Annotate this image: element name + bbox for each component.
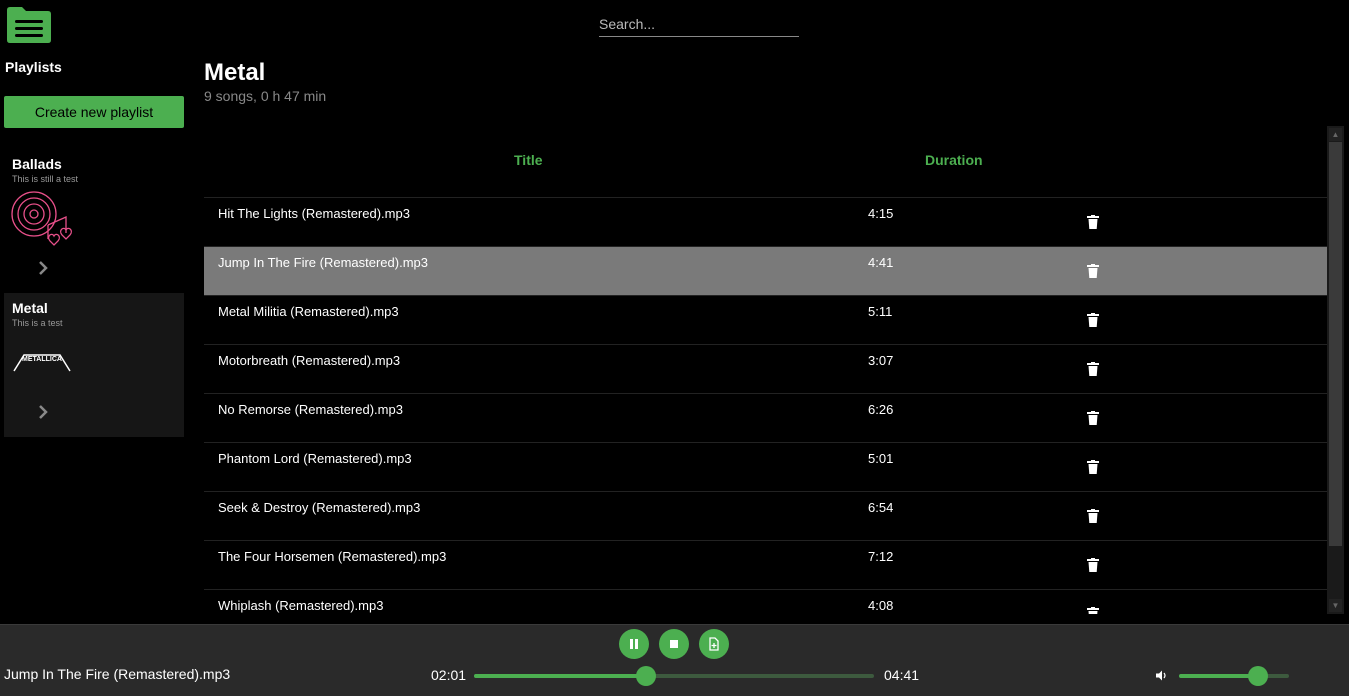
- scroll-down-icon[interactable]: ▼: [1329, 599, 1342, 612]
- song-duration: 4:41: [868, 255, 894, 270]
- chevron-right-icon[interactable]: [35, 404, 51, 420]
- current-time: 02:01: [431, 667, 467, 683]
- sidebar-title: Playlists: [5, 59, 62, 75]
- chevron-right-icon[interactable]: [35, 260, 51, 276]
- song-duration: 6:26: [868, 402, 894, 417]
- column-header-duration[interactable]: Duration: [925, 152, 983, 168]
- song-title: Phantom Lord (Remastered).mp3: [218, 451, 412, 466]
- song-title: Whiplash (Remastered).mp3: [218, 598, 384, 613]
- table-row[interactable]: Motorbreath (Remastered).mp3 3:07: [204, 345, 1327, 394]
- trash-icon[interactable]: [1087, 411, 1099, 425]
- song-title: The Four Horsemen (Remastered).mp3: [218, 549, 447, 564]
- playlist-info: 9 songs, 0 h 47 min: [204, 88, 327, 104]
- volume-level: [1179, 674, 1259, 678]
- playlist-name: Ballads: [12, 156, 62, 172]
- logo-lettering: METALLICA: [22, 356, 62, 363]
- volume-icon[interactable]: [1155, 669, 1168, 682]
- add-file-button[interactable]: [699, 629, 729, 659]
- table-row[interactable]: No Remorse (Remastered).mp3 6:26: [204, 394, 1327, 443]
- stop-button[interactable]: [659, 629, 689, 659]
- trash-icon[interactable]: [1087, 460, 1099, 474]
- playlist-card-ballads[interactable]: Ballads This is still a test: [4, 149, 184, 293]
- volume-handle[interactable]: [1248, 666, 1269, 686]
- song-title: Metal Militia (Remastered).mp3: [218, 304, 399, 319]
- trash-icon[interactable]: [1087, 215, 1099, 229]
- table-row[interactable]: The Four Horsemen (Remastered).mp3 7:12: [204, 541, 1327, 590]
- scroll-up-icon[interactable]: ▲: [1329, 128, 1342, 141]
- trash-icon[interactable]: [1087, 607, 1099, 614]
- search-box[interactable]: [599, 12, 799, 37]
- song-duration: 5:01: [868, 451, 894, 466]
- song-duration: 5:11: [868, 304, 893, 319]
- table-row[interactable]: Jump In The Fire (Remastered).mp3 4:41: [204, 247, 1327, 296]
- volume-slider[interactable]: [1179, 666, 1289, 686]
- song-duration: 4:08: [868, 598, 894, 613]
- seek-progress: [474, 674, 646, 678]
- song-title: Motorbreath (Remastered).mp3: [218, 353, 401, 368]
- playlist-description: This is still a test: [12, 174, 79, 184]
- song-title: No Remorse (Remastered).mp3: [218, 402, 403, 417]
- playlist-name: Metal: [12, 300, 48, 316]
- song-title: Seek & Destroy (Remastered).mp3: [218, 500, 421, 515]
- scroll-thumb[interactable]: [1329, 142, 1342, 546]
- song-title: Hit The Lights (Remastered).mp3: [218, 206, 410, 221]
- trash-icon[interactable]: [1087, 264, 1099, 278]
- pause-button[interactable]: [619, 629, 649, 659]
- song-duration: 4:15: [868, 206, 894, 221]
- metallica-logo-art: METALLICA: [13, 354, 71, 372]
- table-row[interactable]: Hit The Lights (Remastered).mp3 4:15: [204, 198, 1327, 247]
- song-title: Jump In The Fire (Remastered).mp3: [218, 255, 428, 270]
- folder-menu-icon[interactable]: [5, 6, 53, 44]
- trash-icon[interactable]: [1087, 362, 1099, 376]
- pause-icon: [630, 639, 638, 649]
- song-duration: 7:12: [868, 549, 894, 564]
- search-input[interactable]: [599, 12, 799, 36]
- add-file-icon: [709, 637, 719, 651]
- song-duration: 3:07: [868, 353, 894, 368]
- song-table: Title Duration Hit The Lights (Remastere…: [204, 126, 1344, 614]
- total-time: 04:41: [884, 667, 920, 683]
- page-title: Metal: [204, 59, 266, 86]
- playlist-description: This is a test: [12, 318, 63, 328]
- playlist-card-metal[interactable]: Metal This is a test METALLICA: [4, 293, 184, 437]
- song-duration: 6:54: [868, 500, 894, 515]
- table-header: Title Duration: [204, 126, 1327, 198]
- trash-icon[interactable]: [1087, 313, 1099, 327]
- trash-icon[interactable]: [1087, 558, 1099, 572]
- now-playing-title: Jump In The Fire (Remastered).mp3: [4, 666, 231, 682]
- seek-slider[interactable]: [474, 666, 874, 686]
- seek-handle[interactable]: [636, 666, 656, 686]
- scrollbar[interactable]: ▲ ▼: [1327, 126, 1344, 614]
- column-header-title[interactable]: Title: [514, 152, 543, 168]
- trash-icon[interactable]: [1087, 509, 1099, 523]
- table-row[interactable]: Whiplash (Remastered).mp3 4:08: [204, 590, 1327, 614]
- table-row[interactable]: Phantom Lord (Remastered).mp3 5:01: [204, 443, 1327, 492]
- table-row[interactable]: Seek & Destroy (Remastered).mp3 6:54: [204, 492, 1327, 541]
- stop-icon: [670, 640, 678, 648]
- vinyl-heart-art-icon: [11, 191, 72, 246]
- create-playlist-button[interactable]: Create new playlist: [4, 96, 184, 128]
- player-bar: Jump In The Fire (Remastered).mp3 02:01 …: [0, 624, 1349, 696]
- table-row[interactable]: Metal Militia (Remastered).mp3 5:11: [204, 296, 1327, 345]
